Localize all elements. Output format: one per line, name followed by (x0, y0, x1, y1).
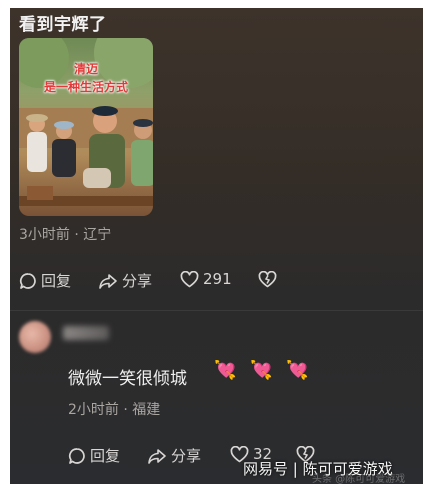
share-button[interactable]: 分享 (98, 270, 152, 291)
broken-heart-icon (258, 271, 277, 288)
share-button[interactable]: 分享 (147, 445, 201, 466)
emoji-love-letter: 💘 (214, 360, 237, 381)
watermark-brand: 网易号 (243, 460, 289, 478)
username-redacted (63, 326, 109, 340)
emoji-love-letter: 💘 (250, 360, 273, 381)
share-label: 分享 (122, 272, 153, 290)
post-photo[interactable]: 清迈 是一种生活方式 (19, 38, 153, 216)
like-button[interactable]: 291 (180, 270, 232, 288)
photo-caption-line1: 清迈 (73, 62, 98, 76)
comment-bubble-icon (68, 447, 85, 464)
comment-bubble-icon (19, 272, 36, 289)
reply-button[interactable]: 回复 (19, 270, 71, 291)
photo-caption-line2: 是一种生活方式 (43, 80, 128, 94)
dislike-button[interactable] (258, 271, 277, 288)
reply-text: 微微一笑很倾城 (68, 369, 187, 389)
share-arrow-icon (148, 448, 166, 464)
comment-thread: 看到宇辉了 清迈 是一种生活方式 3小时前 · 辽宁 回复 分享 291 微微一… (10, 8, 423, 484)
watermark: 网易号 | 陈可可爱游戏 (243, 458, 393, 479)
avatar[interactable] (19, 321, 51, 353)
watermark-account: 陈可可爱游戏 (302, 460, 393, 478)
heart-outline-icon (180, 270, 199, 287)
reply-label: 回复 (90, 447, 121, 465)
like-count: 291 (203, 270, 232, 288)
reply-label: 回复 (41, 272, 72, 290)
emoji-love-letter: 💘 (286, 360, 309, 381)
post-meta: 3小时前 · 辽宁 (19, 227, 112, 243)
post-text: 看到宇辉了 (19, 15, 107, 35)
watermark-separator: | (292, 460, 298, 478)
divider (10, 310, 423, 311)
reply-meta: 2小时前 · 福建 (68, 402, 161, 418)
share-arrow-icon (99, 273, 117, 289)
reply-button[interactable]: 回复 (68, 445, 120, 466)
share-label: 分享 (171, 447, 202, 465)
